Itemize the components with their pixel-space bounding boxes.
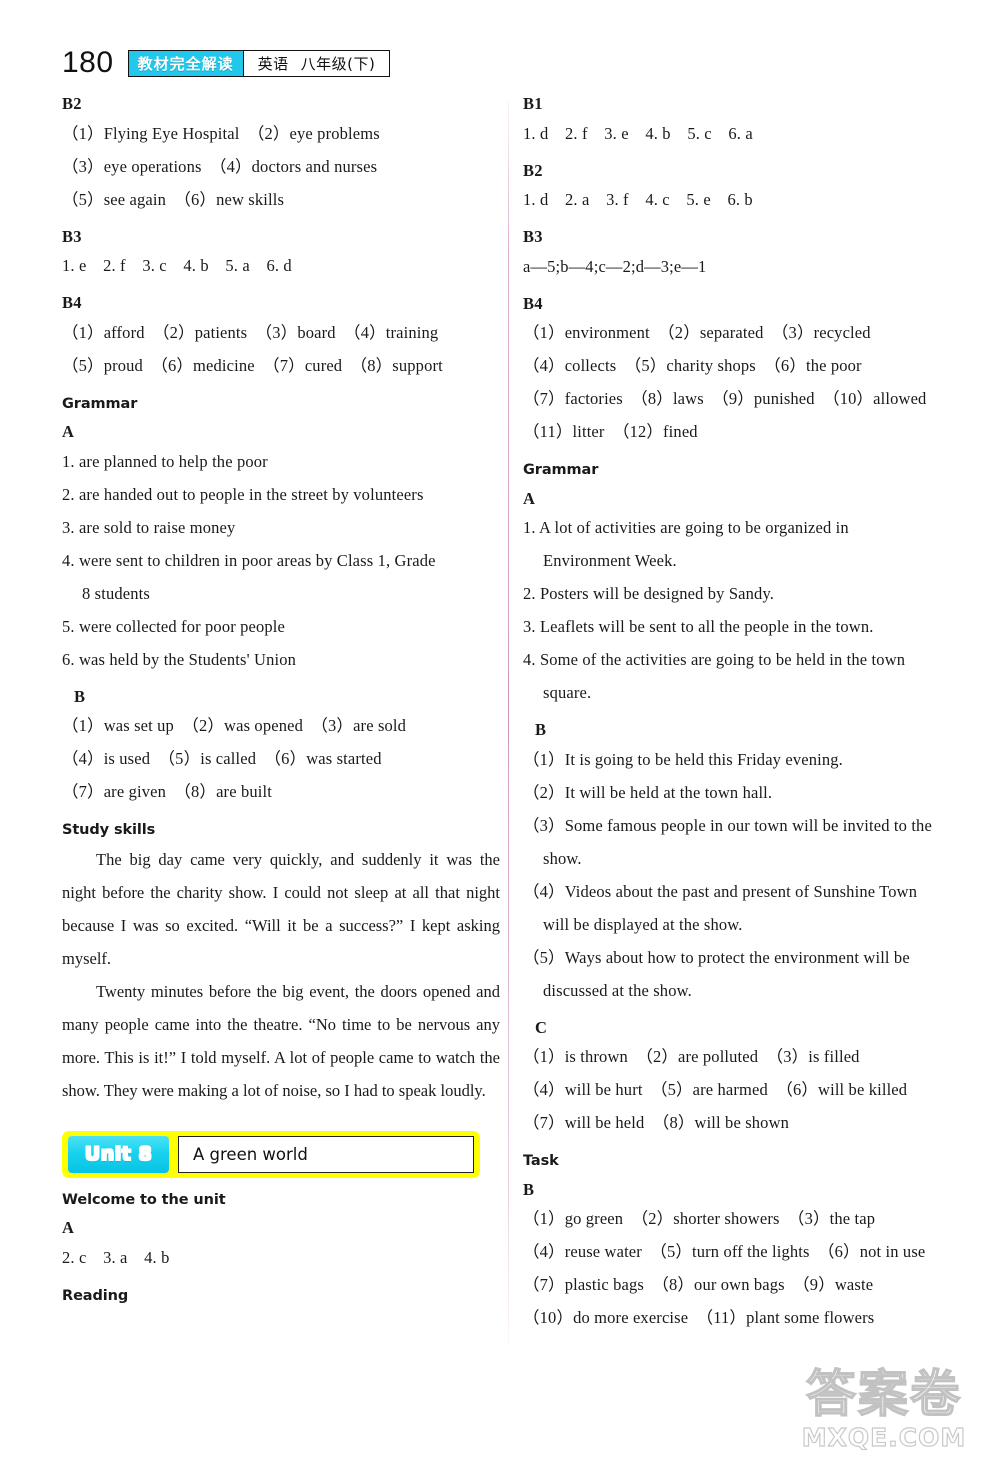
unit-number-chip: Unit 8 <box>68 1135 169 1173</box>
answer-line: （7）factories （8）laws （9）punished （10）all… <box>523 389 927 408</box>
answer-line: 4. Some of the activities are going to b… <box>523 650 906 669</box>
answer-line: （5）see again （6）new skills <box>62 189 285 209</box>
section-heading: Grammar <box>523 462 599 478</box>
right-column: B1 1. d 2. f 3. e 4. b 5. c 6. a B2 1. d 2.… <box>523 94 961 1334</box>
section-heading: Grammar <box>62 395 138 412</box>
right-column-sections: B1 1. d 2. f 3. e 4. b 5. c 6. a B2 1. d 2.… <box>523 94 961 1334</box>
section-heading: B1 <box>523 94 543 113</box>
answer-line: （5）proud （6）medicine （7）cured （8）support <box>62 355 443 375</box>
section-heading: B3 <box>62 226 82 246</box>
answer-line: 6. was held by the Students' Union <box>62 649 297 669</box>
section-heading: B3 <box>523 227 543 246</box>
left-column-after-banner: Welcome to the unit A 2. c 3. a 4. b Readin… <box>62 1191 500 1304</box>
answer-line: （5）Ways about how to protect the environ… <box>523 947 910 967</box>
watermark-cn-text: 答案卷 <box>805 1364 962 1423</box>
answer-line: （1）environment （2）separated （3）recycled <box>523 323 871 342</box>
answer-line: 5. were collected for poor people <box>62 616 286 636</box>
answer-line: （7）are given （8）are built <box>62 782 272 801</box>
section-heading: Task <box>523 1153 559 1169</box>
answer-line: （4）reuse water （5）turn off the lights （6… <box>523 1242 926 1261</box>
answer-line: （10）do more exercise （11）plant some flow… <box>523 1308 875 1327</box>
answer-line: 4. were sent to children in poor areas b… <box>62 550 436 570</box>
unit-title-box: A green world <box>178 1135 474 1173</box>
left-column: B2 （1）Flying Eye Hospital （2）eye problems… <box>62 94 500 1334</box>
section-heading: B4 <box>62 293 82 312</box>
section-heading: B <box>523 1179 535 1199</box>
answer-line: show. <box>543 848 582 868</box>
answer-line: 1. d 2. f 3. e 4. b 5. c 6. a <box>523 123 753 143</box>
answer-line: （1）It is going to be held this Friday ev… <box>523 749 843 769</box>
header-grade-label: 八年级(下) <box>300 54 376 73</box>
answer-line: （7）will be held （8）will be shown <box>523 1113 790 1132</box>
answer-line: 3. are sold to raise money <box>62 517 236 537</box>
answer-line: 8 students <box>82 583 150 603</box>
page-number: 180 <box>62 46 114 79</box>
section-heading: A <box>62 1218 75 1237</box>
study-skills-paragraph: Twenty minutes before the big event, the… <box>62 981 500 1100</box>
section-heading: Reading <box>62 1287 129 1304</box>
answer-line: （4）Videos about the past and present of … <box>523 881 918 901</box>
answer-line: （11）litter （12）fined <box>523 422 698 441</box>
header-subject: 英语 八年级(下) <box>244 51 390 76</box>
answer-line: （3）eye operations （4）doctors and nurses <box>62 156 378 176</box>
answer-line: 1. e 2. f 3. c 4. b 5. a 6. d <box>62 256 292 275</box>
section-heading: C <box>535 1017 548 1037</box>
site-watermark: 答案卷 MXQE.COM <box>786 1357 982 1461</box>
answer-line: will be displayed at the show. <box>543 914 743 934</box>
answer-line: discussed at the show. <box>543 980 692 1000</box>
answer-line: square. <box>543 683 592 702</box>
answer-line: 1. A lot of activities are going to be o… <box>523 518 849 537</box>
watermark-en-text: MXQE.COM <box>801 1422 967 1452</box>
answer-line: （3）Some famous people in our town will b… <box>523 815 932 835</box>
answer-line: （4）will be hurt （5）are harmed （6）will be… <box>523 1080 908 1099</box>
section-heading: A <box>62 422 75 441</box>
header-subject-label: 英语 <box>257 54 289 73</box>
answer-line: （4）collects （5）charity shops （6）the poor <box>523 356 862 375</box>
page-header: 180 教材完全解读 英语 八年级(下) <box>62 46 391 79</box>
unit-banner: Unit 8 A green world <box>62 1130 480 1178</box>
section-heading: Welcome to the unit <box>62 1191 226 1208</box>
section-heading: B2 <box>523 160 543 180</box>
section-heading: B <box>535 720 547 739</box>
answer-line: （1）is thrown （2）are polluted （3）is fille… <box>523 1047 860 1066</box>
answer-line: （7）plastic bags （8）our own bags （9）waste <box>523 1275 874 1294</box>
answer-line: 2. Posters will be designed by Sandy. <box>523 584 775 603</box>
header-badge-label: 教材完全解读 <box>128 50 244 76</box>
answer-line: 1. are planned to help the poor <box>62 451 268 471</box>
answer-line: Environment Week. <box>543 551 677 570</box>
answer-line: a—5;b—4;c—2;d—3;e—1 <box>523 256 707 276</box>
content-columns: B2 （1）Flying Eye Hospital （2）eye problems… <box>0 94 1000 1334</box>
answer-line: 1. d 2. a 3. f 4. c 5. e 6. b <box>523 190 753 209</box>
answer-line: 3. Leaflets will be sent to all the peop… <box>523 617 874 636</box>
study-skills-paragraph: The big day came very quickly, and sudde… <box>62 849 500 968</box>
section-heading: B2 <box>62 94 82 113</box>
section-heading: B <box>74 686 86 706</box>
answer-line: （2）It will be held at the town hall. <box>523 782 773 802</box>
answer-line: （1）afford （2）patients （3）board （4）traini… <box>62 322 439 342</box>
answer-line: （1）Flying Eye Hospital （2）eye problems <box>62 123 380 143</box>
left-column-sections: B2 （1）Flying Eye Hospital （2）eye problems… <box>62 94 500 838</box>
answer-line: 2. c 3. a 4. b <box>62 1247 170 1267</box>
header-plate: 教材完全解读 英语 八年级(下) <box>127 49 391 77</box>
section-heading: B4 <box>523 293 543 313</box>
answer-line: （4）is used （5）is called （6）was started <box>62 749 382 768</box>
section-heading: Study skills <box>62 822 156 838</box>
answer-line: （1）go green （2）shorter showers （3）the ta… <box>523 1209 876 1228</box>
answer-line: 2. are handed out to people in the stree… <box>62 484 424 504</box>
answer-line: （1）was set up （2）was opened （3）are sold <box>62 716 407 735</box>
section-heading: A <box>523 488 536 508</box>
